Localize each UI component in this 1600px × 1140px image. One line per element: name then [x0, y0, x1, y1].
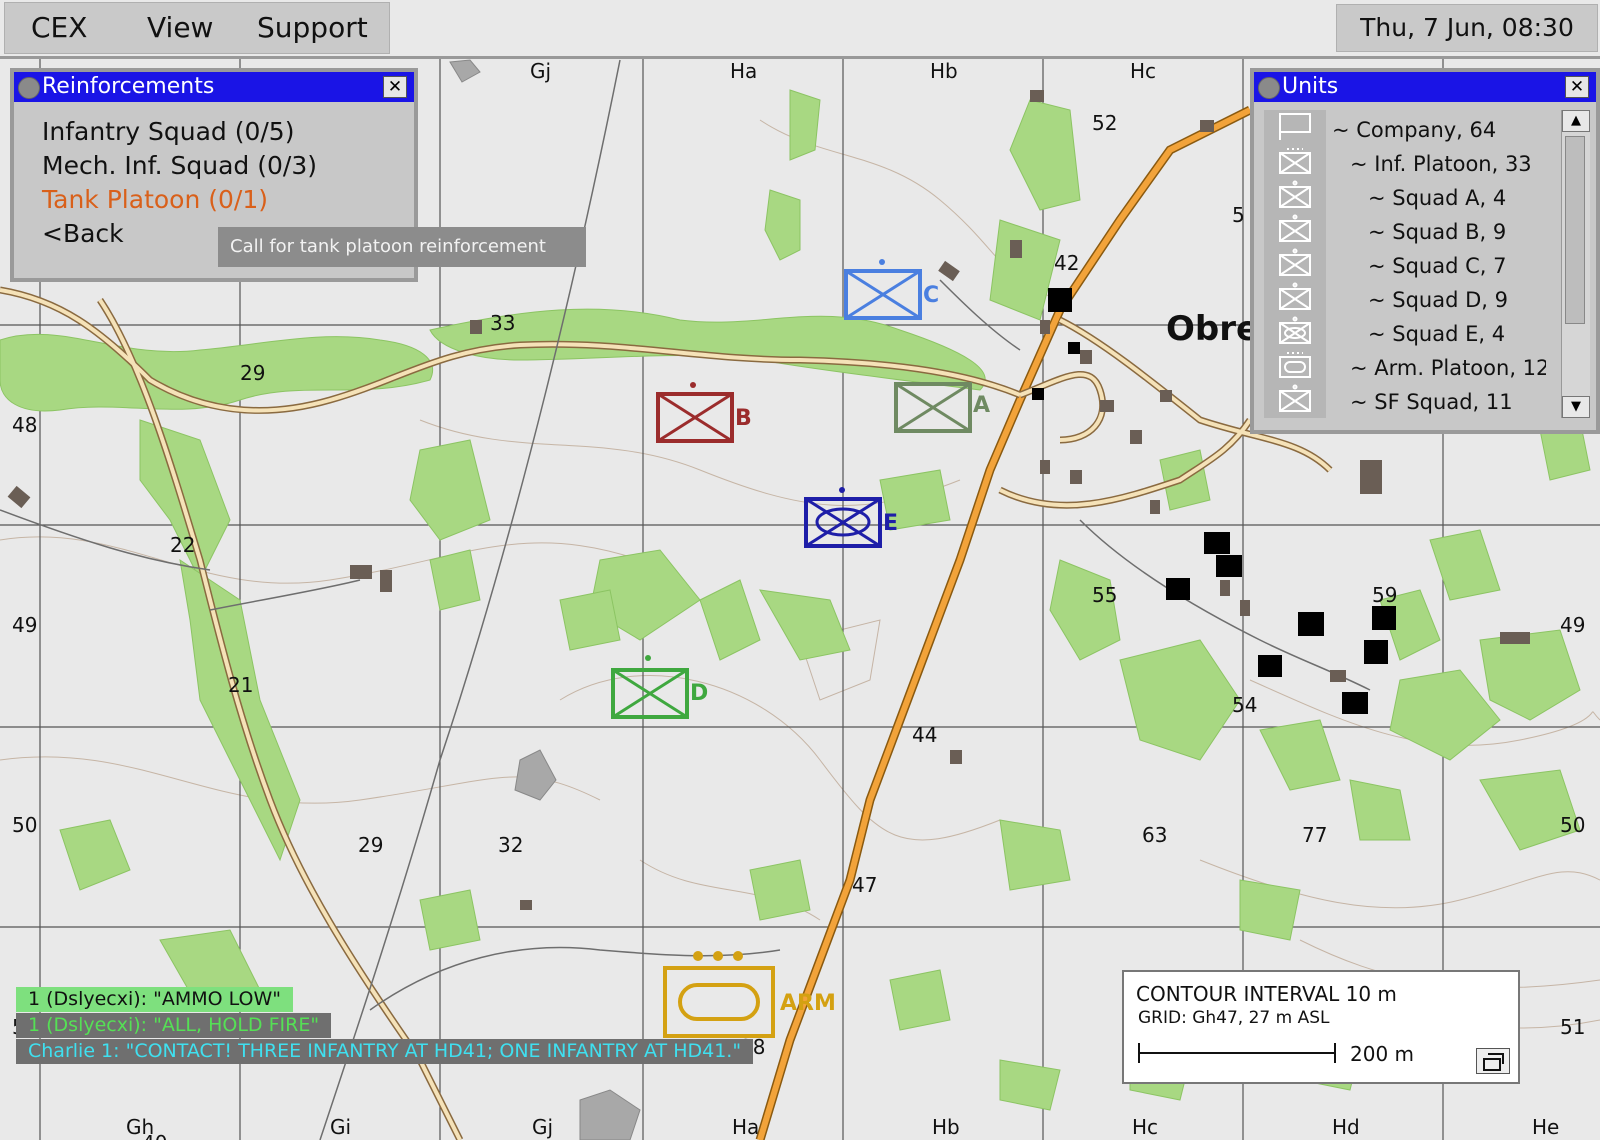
- map-legend: CONTOUR INTERVAL 10 m GRID: Gh47, 27 m A…: [1122, 970, 1520, 1084]
- grid-row-label: 48: [12, 413, 37, 437]
- radio-message: 1 (Dslyecxi): "AMMO LOW": [16, 987, 294, 1012]
- close-icon[interactable]: ✕: [1565, 76, 1589, 98]
- unit-row-inf-platoon[interactable]: ~ Inf. Platoon, 33: [1350, 152, 1532, 176]
- elevation-label: 54: [1232, 693, 1257, 717]
- menu-support[interactable]: Support: [257, 11, 368, 44]
- squad-icon: [1279, 214, 1311, 242]
- elevation-label: 55: [1092, 583, 1117, 607]
- scale-bar: [1138, 1043, 1336, 1063]
- mech-squad-icon: [1279, 316, 1311, 344]
- game-clock: Thu, 7 Jun, 08:30: [1336, 4, 1598, 52]
- unit-row-squad-b[interactable]: ~ Squad B, 9: [1368, 220, 1506, 244]
- town-label: Obre: [1166, 309, 1259, 349]
- grid-col-label: Hd: [1332, 1115, 1360, 1139]
- unit-label-b: B: [735, 406, 752, 431]
- squad-icon: [1279, 248, 1311, 276]
- unit-label-c: C: [923, 283, 939, 308]
- grid-col-label: Gj: [532, 1115, 553, 1139]
- grid-col-label: Hc: [1130, 59, 1156, 83]
- reinforcements-titlebar[interactable]: Reinforcements ✕: [14, 72, 414, 102]
- elevation-label: 63: [1142, 823, 1167, 847]
- elevation-label: 59: [1372, 583, 1397, 607]
- elevation-label: 5: [1232, 203, 1245, 227]
- contour-interval: CONTOUR INTERVAL 10 m: [1136, 982, 1397, 1006]
- unit-row-company[interactable]: ~ Company, 64: [1332, 118, 1496, 142]
- squad-icon: [1279, 282, 1311, 310]
- reinforcement-mech-inf-squad[interactable]: Mech. Inf. Squad (0/3): [42, 151, 317, 180]
- menu-cex[interactable]: CEX: [31, 11, 87, 44]
- grid-col-label: Hb: [930, 59, 958, 83]
- scroll-up-icon[interactable]: ▲: [1562, 110, 1590, 132]
- unit-row-squad-e[interactable]: ~ Squad E, 4: [1368, 322, 1505, 346]
- elevation-label: 33: [490, 311, 515, 335]
- menu-bar: CEX View Support: [4, 2, 390, 54]
- menu-view[interactable]: View: [147, 11, 213, 44]
- scroll-thumb[interactable]: [1565, 136, 1585, 324]
- menu-divider: [0, 56, 1600, 59]
- units-titlebar[interactable]: Units ✕: [1254, 72, 1596, 102]
- window-menu-icon[interactable]: [18, 77, 40, 99]
- grid-col-label: Gj: [530, 59, 551, 83]
- squad-icon: [1279, 180, 1311, 208]
- elevation-label: 22: [170, 533, 195, 557]
- elevation-label: 77: [1302, 823, 1327, 847]
- grid-row-label: 50: [1560, 813, 1585, 837]
- elevation-label: 32: [498, 833, 523, 857]
- grid-col-label: Hb: [932, 1115, 960, 1139]
- grid-col-label: Ha: [730, 59, 757, 83]
- scroll-down-icon[interactable]: ▼: [1562, 396, 1590, 418]
- unit-row-squad-c[interactable]: ~ Squad C, 7: [1368, 254, 1507, 278]
- unit-symbol-column: [1264, 110, 1326, 418]
- elevation-label: 29: [240, 361, 265, 385]
- unit-label-d: D: [690, 681, 708, 706]
- company-flag-icon: [1279, 113, 1311, 140]
- unit-label-a: A: [973, 393, 990, 418]
- grid-col-label: Hc: [1132, 1115, 1158, 1139]
- grid-row-label: 50: [12, 813, 37, 837]
- grid-row-label: 49: [1560, 613, 1585, 637]
- unit-row-sf-squad[interactable]: ~ SF Squad, 11: [1350, 390, 1513, 414]
- reinforcement-infantry-squad[interactable]: Infantry Squad (0/5): [42, 117, 294, 146]
- platoon-icon: [1279, 148, 1311, 174]
- sf-squad-icon: [1279, 384, 1311, 412]
- units-title: Units: [1282, 74, 1339, 99]
- grid-col-label: Ha: [732, 1115, 759, 1139]
- radio-message: Charlie 1: "CONTACT! THREE INFANTRY AT H…: [16, 1039, 754, 1064]
- grid-row-label: 49: [12, 613, 37, 637]
- close-icon[interactable]: ✕: [383, 76, 407, 98]
- reinforcement-back[interactable]: <Back: [42, 219, 124, 248]
- scale-label: 200 m: [1350, 1042, 1415, 1066]
- reinforcement-tank-platoon[interactable]: Tank Platoon (0/1): [42, 185, 268, 214]
- elevation-label: 29: [358, 833, 383, 857]
- unit-row-squad-a[interactable]: ~ Squad A, 4: [1368, 186, 1506, 210]
- elevation-label: 44: [912, 723, 937, 747]
- grid-col-label: He: [1532, 1115, 1559, 1139]
- window-menu-icon[interactable]: [1258, 77, 1280, 99]
- elevation-label: 52: [1092, 111, 1117, 135]
- units-window: Units ✕ ~ Company, 64 ~ Inf. Platoon, 33…: [1250, 68, 1600, 434]
- units-scrollbar[interactable]: ▲ ▼: [1561, 110, 1590, 418]
- armor-platoon-icon: [1279, 352, 1311, 378]
- grid-row-label: 51: [1560, 1015, 1585, 1039]
- reinforcements-title: Reinforcements: [42, 74, 215, 99]
- unit-label-arm: ARM: [780, 991, 836, 1016]
- tooltip: Call for tank platoon reinforcement: [218, 227, 586, 267]
- unit-label-e: E: [883, 511, 898, 536]
- elevation-label: 42: [1054, 251, 1079, 275]
- elevation-label: 40: [142, 1131, 167, 1140]
- radio-message: 1 (Dslyecxi): "ALL, HOLD FIRE": [16, 1013, 332, 1038]
- grid-col-label: Gi: [330, 1115, 351, 1139]
- elevation-label: 47: [852, 873, 877, 897]
- elevation-label: 21: [228, 673, 253, 697]
- unit-row-squad-d[interactable]: ~ Squad D, 9: [1368, 288, 1508, 312]
- unit-row-arm-platoon[interactable]: ~ Arm. Platoon, 12: [1350, 356, 1546, 380]
- restore-window-icon[interactable]: [1476, 1048, 1510, 1074]
- grid-readout: GRID: Gh47, 27 m ASL: [1138, 1008, 1330, 1028]
